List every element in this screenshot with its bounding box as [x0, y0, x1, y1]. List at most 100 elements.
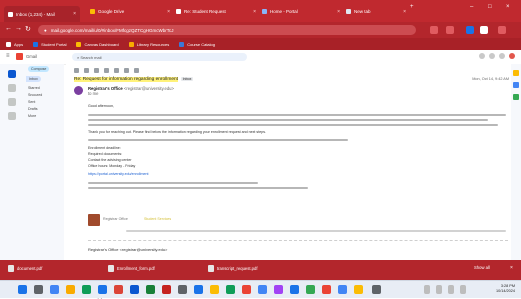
back-icon[interactable]: ← [5, 25, 12, 32]
sidebar-item-drafts[interactable]: Drafts [28, 107, 38, 111]
address-bar[interactable]: ● mail.google.com/mail/u/0/#inbox/FMfcgz… [38, 25, 416, 35]
download-item[interactable]: document.pdf [8, 265, 42, 272]
bookmark-library[interactable]: Library Resources [128, 41, 169, 47]
download-label: document.pdf [17, 266, 43, 271]
mark-unread-icon[interactable] [114, 68, 119, 73]
sender-avatar [74, 86, 83, 95]
avatar[interactable] [509, 53, 515, 59]
app-icon[interactable] [306, 285, 315, 294]
app-icon[interactable] [290, 285, 299, 294]
menu-icon[interactable] [498, 26, 506, 34]
powerpoint-icon[interactable] [162, 285, 171, 294]
wifi-icon[interactable] [436, 285, 442, 294]
sidebar-item-sent[interactable]: Sent [28, 100, 35, 104]
file-explorer-icon[interactable] [66, 285, 75, 294]
task-view-icon[interactable] [50, 285, 59, 294]
bookmark-catalog[interactable]: Course Catalog [179, 41, 215, 47]
start-icon[interactable] [18, 285, 27, 294]
close-icon[interactable]: × [253, 9, 256, 15]
photos-icon[interactable] [242, 285, 251, 294]
sidebar-item-more[interactable]: More [28, 114, 36, 118]
label-chip[interactable]: Inbox [180, 77, 194, 81]
word-icon[interactable] [130, 285, 139, 294]
chrome-icon[interactable] [82, 285, 91, 294]
apps-grid-icon[interactable] [499, 53, 505, 59]
download-item[interactable]: transcript_request.pdf [208, 265, 258, 272]
maximize-icon[interactable]: □ [488, 4, 492, 10]
mail-app-icon[interactable] [114, 285, 123, 294]
bookmark-portal[interactable]: Student Portal [33, 41, 66, 47]
sidebar-item-inbox[interactable]: Inbox [26, 76, 41, 82]
app-icon[interactable] [338, 285, 347, 294]
show-all-downloads[interactable]: Show all [474, 265, 490, 270]
back-arrow-icon[interactable] [74, 68, 79, 73]
teams-icon[interactable] [194, 285, 203, 294]
taskbar-clock[interactable]: 3:28 PM 10/14/2024 [496, 284, 515, 294]
app-icon[interactable] [322, 285, 331, 294]
close-icon[interactable]: × [403, 9, 406, 15]
body-line [88, 124, 498, 126]
minimize-icon[interactable]: – [470, 4, 473, 10]
bookmark-apps[interactable]: Apps [6, 41, 23, 47]
enrollment-link[interactable]: https://portal.university.edu/enrollment [88, 172, 148, 176]
notes-icon[interactable] [210, 285, 219, 294]
app-icon[interactable] [354, 285, 363, 294]
tasks-icon[interactable] [513, 82, 519, 88]
contacts-icon[interactable] [513, 94, 519, 100]
profile-icon[interactable] [480, 26, 488, 34]
app-icon[interactable] [274, 285, 283, 294]
download-item[interactable]: Enrollment_form.pdf [108, 265, 155, 272]
help-icon[interactable] [479, 53, 485, 59]
app-icon[interactable] [372, 285, 381, 294]
clock-date: 10/14/2024 [495, 289, 515, 293]
chat-icon[interactable] [8, 98, 16, 106]
settings-icon[interactable] [178, 285, 187, 294]
excel-icon[interactable] [146, 285, 155, 294]
report-spam-icon[interactable] [94, 68, 99, 73]
bookmark-star-icon[interactable] [446, 26, 454, 34]
recipient-line[interactable]: to me [88, 91, 174, 96]
hamburger-icon[interactable]: ≡ [6, 53, 10, 59]
sheets-icon[interactable] [226, 285, 235, 294]
docs-icon[interactable] [258, 285, 267, 294]
settings-gear-icon[interactable] [489, 53, 495, 59]
tab-portal[interactable]: Home - Portal × [258, 5, 344, 18]
tab-new[interactable]: New tab × [342, 5, 410, 18]
more-icon[interactable] [134, 68, 139, 73]
delete-icon[interactable] [104, 68, 109, 73]
close-icon[interactable]: × [510, 265, 513, 271]
calendar-icon[interactable] [513, 70, 519, 76]
battery-icon[interactable] [460, 285, 466, 294]
portal-icon [33, 41, 39, 47]
close-icon[interactable]: × [73, 11, 76, 17]
new-tab-icon[interactable]: + [410, 4, 414, 10]
compose-button[interactable]: Compose [28, 66, 50, 72]
meet-icon[interactable] [8, 112, 16, 120]
forward-icon[interactable]: → [15, 25, 22, 32]
show-all-label: Show all [474, 265, 490, 270]
close-icon[interactable]: × [337, 9, 340, 15]
tray-chevron-icon[interactable] [424, 285, 430, 294]
sidebar-item-starred[interactable]: Starred [28, 86, 40, 90]
archive-icon[interactable] [84, 68, 89, 73]
bookmark-canvas[interactable]: Canvas Dashboard [76, 41, 119, 47]
right-side-panel [511, 64, 521, 260]
sidebar-item-snoozed[interactable]: Snoozed [28, 93, 42, 97]
compose-pencil-icon[interactable] [8, 70, 16, 78]
edge-icon[interactable] [98, 285, 107, 294]
extension-icon[interactable] [466, 26, 474, 34]
mail-icon[interactable] [8, 84, 16, 92]
search-icon[interactable] [34, 285, 43, 294]
reload-icon[interactable]: ↻ [25, 25, 31, 33]
tab-drive[interactable]: Google Drive × [86, 5, 174, 18]
tab-inbox[interactable]: Inbox (1,234) - Mail × [4, 6, 80, 22]
search-input[interactable]: ⌕ Search mail [72, 53, 247, 61]
tab-request[interactable]: Re: Student Request × [172, 5, 260, 18]
close-icon[interactable]: × [167, 9, 170, 15]
signature-photo [88, 214, 100, 226]
share-icon[interactable] [430, 26, 438, 34]
close-window-icon[interactable]: × [506, 4, 510, 10]
snooze-icon[interactable] [124, 68, 129, 73]
volume-icon[interactable] [448, 285, 454, 294]
tab-label: Re: Student Request [184, 9, 226, 14]
